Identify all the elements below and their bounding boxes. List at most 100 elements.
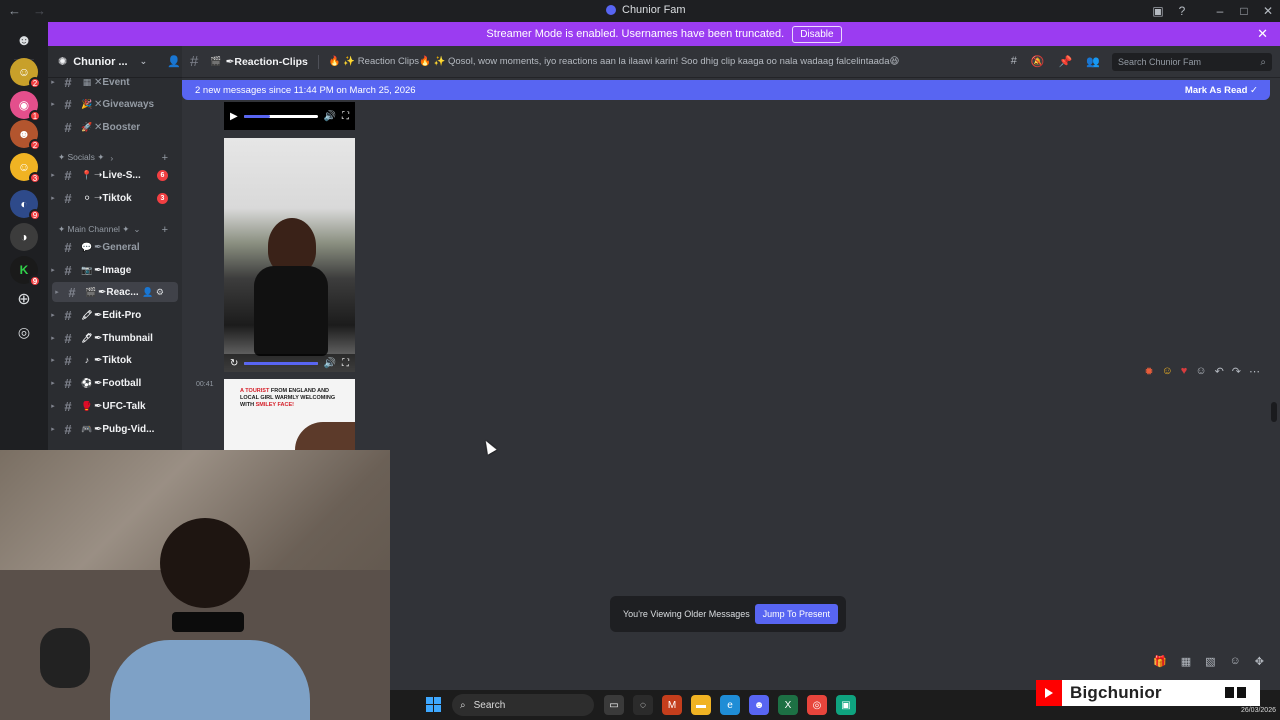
reaction-heart-icon[interactable]: ♥ [1181, 365, 1188, 378]
server-icon[interactable]: ◉ 1 [10, 91, 41, 122]
notification-bell-icon[interactable]: 🔕 [1031, 55, 1045, 68]
channel-name: ✒Reac... [98, 286, 139, 298]
add-channel-icon[interactable]: + [162, 224, 168, 236]
channel-item[interactable]: ▸ # 📷 ✒Image [48, 260, 182, 280]
channel-item[interactable]: ▸ # ⚽ ✒Football [48, 373, 182, 393]
server-icon[interactable]: ☺ 2 [10, 58, 41, 89]
app-icon[interactable]: ▣ [836, 695, 856, 715]
video-progress[interactable] [244, 361, 318, 365]
channel-item[interactable]: # 🚀 ✕Booster [48, 117, 182, 137]
search-placeholder: Search Chunior Fam [1118, 57, 1202, 67]
server-badge: 2 [29, 139, 41, 151]
channel-item[interactable]: ▸ # 🎉 ✕Giveaways [48, 94, 182, 114]
channel-item[interactable]: # 💬 ✒General [48, 237, 182, 257]
reaction-fire-icon[interactable]: ✹ [1144, 365, 1153, 378]
hash-icon: # [64, 352, 72, 368]
search-input[interactable]: Search Chunior Fam ⌕ [1112, 53, 1272, 71]
help-icon[interactable]: ? [1170, 4, 1194, 18]
fullscreen-icon[interactable]: ⛶ [342, 358, 349, 369]
taskbar-apps: ▭ ◌ M ▬ e ☻ X ◎ ▣ [604, 695, 856, 715]
channel-name: ✕Event [94, 76, 130, 88]
volume-icon[interactable]: 🔊 [324, 111, 336, 122]
chrome-icon[interactable]: ◎ [807, 695, 827, 715]
channel-item[interactable]: ▸ # 🥊 ✒UFC-Talk [48, 396, 182, 416]
mark-as-read-button[interactable]: Mark As Read ✓ [1185, 85, 1258, 96]
jump-to-present-button[interactable]: Jump To Present [754, 604, 838, 624]
office-icon[interactable]: M [662, 695, 682, 715]
channel-item[interactable]: ▸ # 🖍 ✒Edit-Pro [48, 305, 182, 325]
channel-name: ✒Thumbnail [94, 332, 153, 344]
channel-emoji: 📍 [81, 169, 93, 180]
gif-icon[interactable]: ▦ [1181, 655, 1191, 668]
chevron-down-icon[interactable]: ⌄ [140, 56, 148, 67]
replay-icon[interactable]: ↻ [230, 358, 238, 369]
windows-start-icon[interactable] [426, 697, 442, 713]
channel-item[interactable]: ▸ # ⚪ ➝Tiktok 3 [48, 188, 182, 208]
reaction-laugh-icon[interactable]: ☺ [1162, 365, 1173, 378]
edge-icon[interactable]: e [720, 695, 740, 715]
more-icon[interactable]: ⋯ [1249, 365, 1260, 378]
video-attachment[interactable]: A TOURIST FROM ENGLAND AND LOCAL GIRL WA… [224, 379, 355, 450]
minimize-button[interactable]: – [1208, 4, 1232, 18]
server-icon[interactable]: ☻ 2 [10, 120, 41, 151]
video-attachment[interactable]: ▶ 🔊 ⛶ [224, 102, 355, 130]
reply-icon[interactable]: ↶ [1215, 365, 1224, 378]
hash-icon: # [64, 74, 72, 90]
video-attachment[interactable]: ↻ 🔊 ⛶ [224, 138, 355, 372]
excel-icon[interactable]: X [778, 695, 798, 715]
back-icon[interactable]: ← [8, 3, 21, 18]
channel-topic[interactable]: 🔥 ✨ Reaction Clips🔥 ✨ Qosol, wow moments… [329, 56, 900, 67]
chevron-down-icon: ⌄ [133, 224, 141, 234]
channel-item-active[interactable]: ▸ # 🎬 ✒Reac... 👤 ⚙ [52, 282, 178, 302]
discover-icon[interactable]: ◎ [10, 318, 38, 346]
add-server-icon[interactable]: ⊕ [10, 285, 38, 313]
channel-item[interactable]: ▸ # 🖊 ✒Thumbnail [48, 328, 182, 348]
copilot-icon[interactable]: ◌ [633, 695, 653, 715]
category-socials[interactable]: ✦ Socials ✦ › + [58, 152, 178, 164]
discord-home-icon[interactable]: ☻ [10, 26, 38, 54]
fullscreen-icon[interactable]: ⛶ [342, 111, 349, 122]
emoji-icon[interactable]: ☺ [1230, 655, 1241, 668]
disable-streamer-mode-button[interactable]: Disable [792, 25, 842, 43]
forward-icon[interactable]: → [33, 3, 46, 18]
server-icon[interactable]: ◑ [10, 223, 38, 251]
pin-icon[interactable]: 📌 [1059, 55, 1073, 68]
close-window-button[interactable]: ✕ [1256, 4, 1280, 18]
inbox-icon[interactable]: ▣ [1146, 4, 1170, 18]
threads-icon[interactable]: # [1011, 55, 1017, 68]
gear-icon[interactable]: ⚙ [156, 287, 164, 297]
add-channel-icon[interactable]: + [162, 152, 168, 164]
server-icon[interactable]: ◐ 9 [10, 190, 41, 221]
channel-item[interactable]: ▸ # 🎮 ✒Pubg-Vid... [48, 419, 182, 439]
maximize-button[interactable]: □ [1232, 4, 1256, 18]
new-messages-text: 2 new messages since 11:44 PM on March 2… [195, 84, 416, 96]
apps-icon[interactable]: ✥ [1255, 655, 1264, 668]
invite-icon[interactable]: 👤 [142, 287, 153, 297]
channel-item[interactable]: ▸ # ♪ ✒Tiktok [48, 350, 182, 370]
video-progress[interactable] [243, 114, 318, 118]
channel-emoji: ⚪ [83, 192, 91, 203]
server-icon[interactable]: ☺ 3 [10, 153, 41, 184]
scrollbar-thumb[interactable] [1271, 402, 1277, 422]
mention-badge: 6 [157, 169, 168, 181]
volume-icon[interactable]: 🔊 [324, 358, 336, 369]
taskbar-search[interactable]: ⌕ Search [452, 694, 594, 716]
file-explorer-icon[interactable]: ▬ [691, 695, 711, 715]
close-banner-icon[interactable]: ✕ [1257, 26, 1268, 42]
task-view-icon[interactable]: ▭ [604, 695, 624, 715]
add-reaction-icon[interactable]: ☺ [1195, 365, 1206, 378]
discord-icon[interactable]: ☻ [749, 695, 769, 715]
channel-item[interactable]: ▸ # 📍 ➝Live-S... 6 [48, 165, 182, 185]
invite-icon[interactable]: 👤 [167, 55, 181, 68]
play-icon[interactable]: ▶ [230, 111, 238, 122]
hash-icon: # [190, 53, 199, 70]
forward-icon[interactable]: ↷ [1232, 365, 1241, 378]
gift-icon[interactable]: 🎁 [1153, 655, 1167, 668]
new-messages-bar[interactable]: 2 new messages since 11:44 PM on March 2… [182, 80, 1270, 100]
sticker-icon[interactable]: ▧ [1205, 655, 1215, 668]
category-main-channel[interactable]: ✦ Main Channel ✦ ⌄ + [58, 224, 178, 236]
member-list-icon[interactable]: 👥 [1086, 55, 1100, 68]
search-icon: ⌕ [1260, 56, 1266, 68]
channel-item[interactable]: ▸ # ▦ ✕Event [48, 72, 182, 92]
server-icon[interactable]: K9 [10, 256, 41, 287]
